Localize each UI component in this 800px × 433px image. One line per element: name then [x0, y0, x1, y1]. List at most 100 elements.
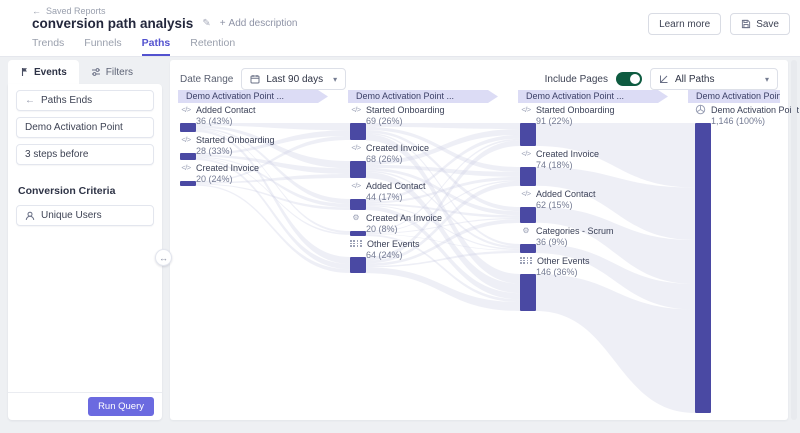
event-count: 74 (18%) — [536, 160, 680, 170]
path-node-bar[interactable] — [350, 231, 366, 236]
event-name: Added Contact — [196, 105, 256, 115]
path-node-label[interactable]: </>Added Contact36 (43%) — [180, 105, 340, 126]
path-node-label[interactable]: </>Created Invoice20 (24%) — [180, 163, 340, 184]
path-node-bar[interactable] — [350, 161, 366, 178]
path-node-bar[interactable] — [520, 274, 536, 311]
sidebar-tab-events-label: Events — [34, 67, 67, 78]
run-query-button[interactable]: Run Query — [88, 397, 154, 416]
sidebar-tab-filters[interactable]: Filters — [79, 60, 145, 84]
sidebar-tab-events[interactable]: Events — [8, 60, 79, 84]
path-node-bar[interactable] — [520, 244, 536, 253]
path-node-bar[interactable] — [180, 181, 196, 186]
topbar: ← Saved Reports conversion path analysis… — [0, 0, 800, 57]
path-node-bar[interactable] — [350, 257, 366, 273]
calendar-icon — [250, 74, 260, 84]
code-event-icon: </> — [350, 143, 362, 152]
tab-paths[interactable]: Paths — [142, 37, 171, 56]
paths-ends-label: Paths Ends — [41, 95, 92, 106]
code-event-icon: </> — [520, 105, 532, 114]
event-name: Added Contact — [536, 189, 596, 199]
chart-toolbar: Date Range Last 90 days ▾ Include Pages … — [180, 68, 778, 90]
sidebar-tab-filters-label: Filters — [106, 67, 133, 78]
demo-activation-point-box[interactable]: Demo Activation Point — [16, 117, 154, 138]
path-node-label[interactable]: Other Events64 (24%) — [350, 239, 510, 260]
path-node-bar[interactable] — [695, 123, 711, 413]
edit-title-icon[interactable]: ✎ — [202, 18, 210, 29]
event-count: 68 (26%) — [366, 154, 510, 164]
path-node-label[interactable]: </>Added Contact44 (17%) — [350, 181, 510, 202]
tab-trends[interactable]: Trends — [32, 37, 64, 56]
path-chart: Demo Activation Point ... </> Added Contac… — [178, 90, 780, 416]
paths-filter-select[interactable]: All Paths ▾ — [650, 68, 778, 90]
column-header-banner: Demo Activation Point — [688, 90, 780, 103]
date-range-value: Last 90 days — [266, 74, 323, 85]
event-count: 146 (36%) — [536, 267, 680, 277]
path-node-bar[interactable] — [350, 123, 366, 140]
demo-activation-point-label: Demo Activation Point — [25, 122, 123, 133]
event-count: 28 (33%) — [196, 146, 340, 156]
column-header-banner: Demo Activation Point ... — [348, 90, 498, 103]
event-count: 20 (24%) — [196, 174, 340, 184]
path-node-bar[interactable] — [350, 199, 366, 210]
grid-events-icon — [520, 257, 533, 264]
event-count: 1,146 (100%) — [711, 116, 800, 126]
path-node-bar[interactable] — [520, 167, 536, 186]
report-tabs: Trends Funnels Paths Retention — [32, 37, 235, 56]
plus-icon: + — [220, 18, 226, 29]
event-name: Created An Invoice — [366, 213, 442, 223]
path-node-label[interactable]: ⚙Created An Invoice20 (8%) — [350, 213, 510, 234]
events-flag-icon — [20, 67, 29, 77]
event-name: Categories - Scrum — [536, 226, 614, 236]
paths-filter-icon — [659, 74, 669, 84]
path-node-label[interactable]: </>Started Onboarding28 (33%) — [180, 135, 340, 156]
tab-funnels[interactable]: Funnels — [84, 37, 121, 56]
sidebar-footer: Run Query — [8, 392, 162, 420]
steps-before-label: 3 steps before — [25, 149, 88, 160]
path-node-bar[interactable] — [180, 153, 196, 160]
chevron-down-icon: ▾ — [333, 75, 337, 84]
save-icon — [741, 19, 751, 29]
include-pages-label: Include Pages — [545, 74, 608, 85]
vertical-scrollbar[interactable] — [791, 60, 797, 420]
event-name: Demo Activation Point — [711, 105, 799, 115]
column-header-banner: Demo Activation Point ... — [178, 90, 328, 103]
add-description-link[interactable]: + Add description — [220, 18, 298, 29]
event-count: 64 (24%) — [366, 250, 510, 260]
path-node-bar[interactable] — [520, 207, 536, 223]
event-name: Created Invoice — [536, 149, 599, 159]
date-range-select[interactable]: Last 90 days ▾ — [241, 68, 346, 90]
page-title: conversion path analysis — [32, 16, 193, 31]
back-to-saved-reports[interactable]: ← Saved Reports — [32, 6, 106, 16]
code-event-icon: </> — [350, 105, 362, 114]
date-range-label: Date Range — [180, 74, 233, 85]
path-node-bar[interactable] — [180, 123, 196, 132]
event-name: Started Onboarding — [536, 105, 615, 115]
sidebar-tabs: Events Filters — [8, 60, 162, 84]
panel-resize-handle[interactable]: ↔ — [155, 249, 172, 266]
path-node-label[interactable]: </>Started Onboarding69 (26%) — [350, 105, 510, 126]
app: { "icons": { "back_arrow": "\u2190", "pe… — [0, 0, 800, 433]
path-node-label[interactable]: </>Started Onboarding91 (22%) — [520, 105, 680, 126]
steps-before-box[interactable]: 3 steps before — [16, 144, 154, 165]
unique-users-box[interactable]: Unique Users — [16, 205, 154, 226]
event-count: 20 (8%) — [366, 224, 510, 234]
learn-more-label: Learn more — [659, 19, 710, 30]
code-event-icon: </> — [350, 181, 362, 190]
path-node-label[interactable]: </>Created Invoice68 (26%) — [350, 143, 510, 164]
code-event-icon: </> — [520, 149, 532, 158]
path-node-bar[interactable] — [520, 123, 536, 146]
paths-ends-box[interactable]: ← Paths Ends — [16, 90, 154, 111]
path-node-label[interactable]: ⚙Categories - Scrum36 (9%) — [520, 226, 680, 247]
path-node-label[interactable]: </>Added Contact62 (15%) — [520, 189, 680, 210]
path-node-label[interactable]: Other Events146 (36%) — [520, 256, 680, 277]
code-event-icon: </> — [520, 189, 532, 198]
include-pages-toggle[interactable] — [616, 72, 642, 86]
code-event-icon: </> — [180, 105, 192, 114]
tab-retention[interactable]: Retention — [190, 37, 235, 56]
path-node-label[interactable]: </> Created Invoice74 (18%) — [520, 149, 680, 170]
save-label: Save — [756, 19, 779, 30]
event-name: Added Contact — [366, 181, 426, 191]
learn-more-button[interactable]: Learn more — [648, 13, 721, 35]
save-button[interactable]: Save — [730, 13, 790, 35]
back-label: Saved Reports — [46, 6, 106, 16]
